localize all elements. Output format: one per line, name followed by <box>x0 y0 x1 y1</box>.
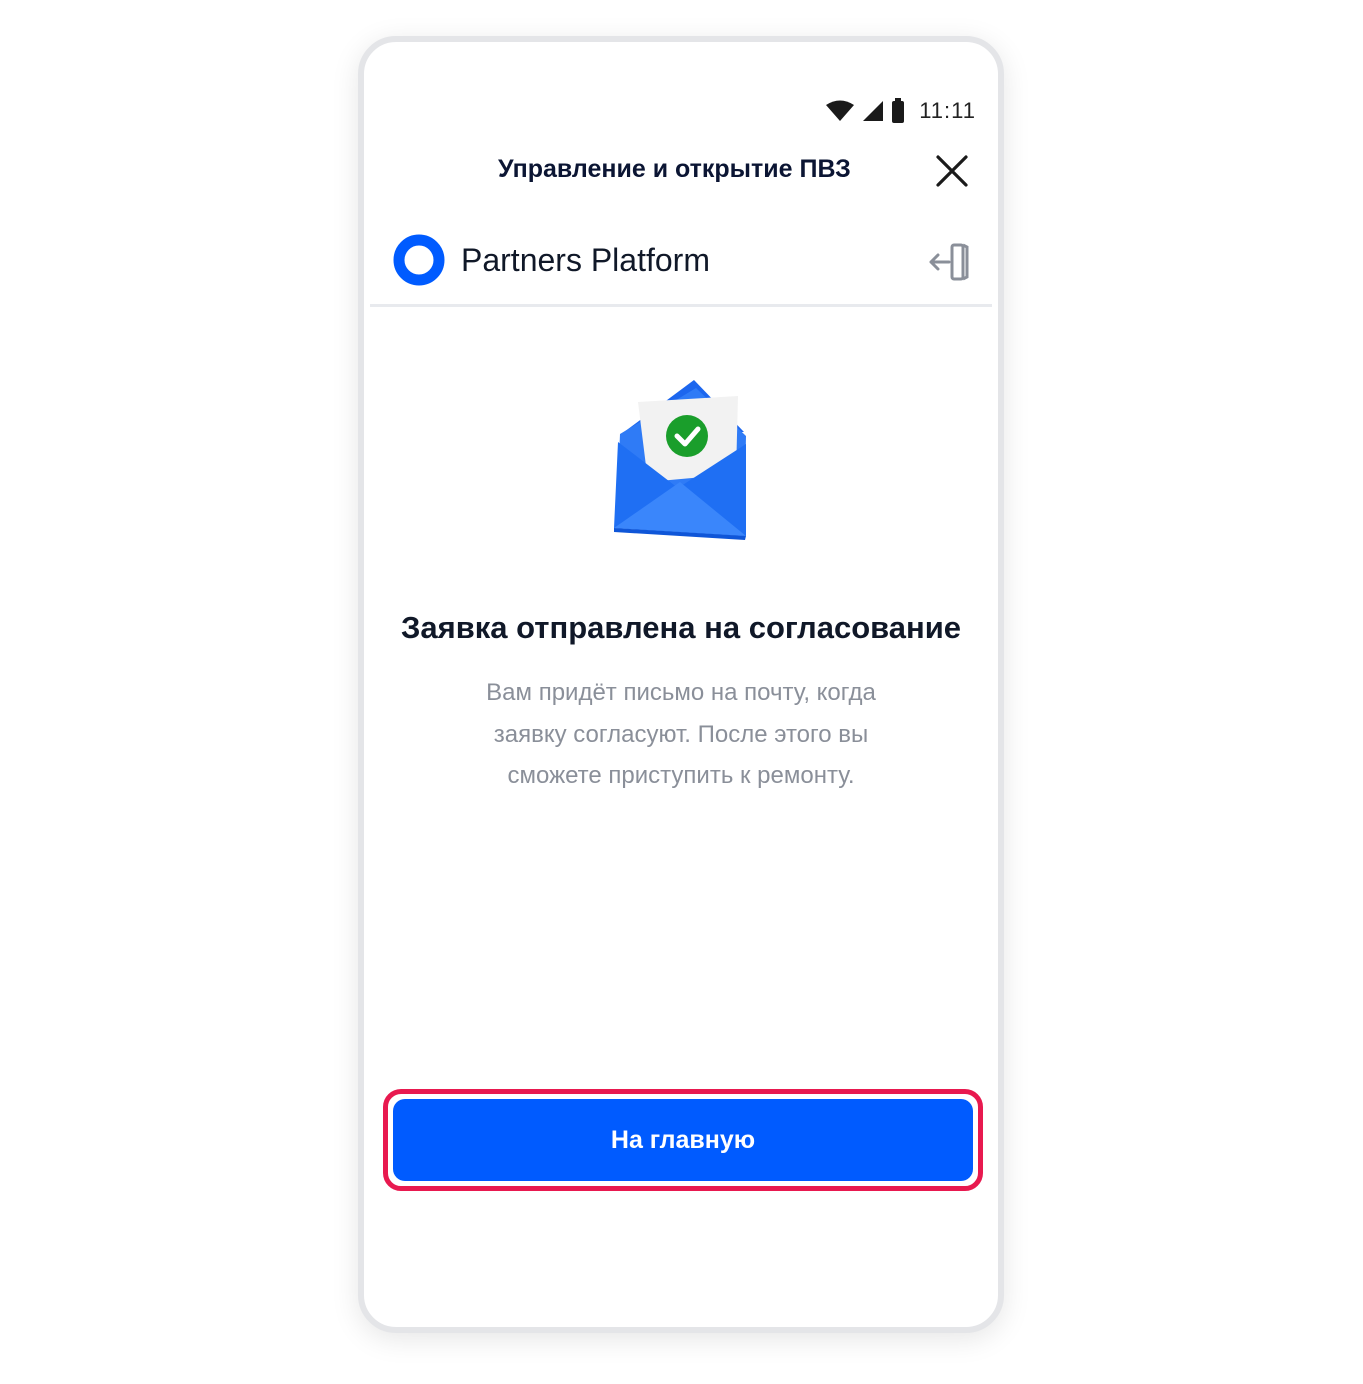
modal-header: Управление и открытие ПВЗ <box>364 147 998 197</box>
status-time: 11:11 <box>919 98 976 123</box>
result-description: Вам придёт письмо на почту, когда заявку… <box>441 672 921 797</box>
app-bar: Partners Platform <box>370 228 992 307</box>
signal-icon <box>861 99 885 123</box>
description-line: заявку согласуют. После этого вы <box>493 720 869 748</box>
battery-icon <box>891 98 905 124</box>
logout-button[interactable] <box>928 242 970 282</box>
ring-logo-icon <box>393 234 445 286</box>
description-line: Вам придёт письмо на почту, когда <box>486 679 876 706</box>
home-button[interactable]: На главную <box>393 1099 973 1181</box>
brand-name: Partners Platform <box>461 242 710 278</box>
status-bar: 11:11 <box>825 94 976 128</box>
envelope-check-icon <box>608 376 748 544</box>
description-line: сможете приступить к ремонту. <box>507 762 855 789</box>
wifi-icon <box>825 99 855 123</box>
result-title: Заявка отправлена на согласование <box>400 610 962 645</box>
modal-title: Управление и открытие ПВЗ <box>498 155 851 183</box>
close-icon <box>936 155 968 187</box>
close-button[interactable] <box>932 151 972 191</box>
logout-icon <box>929 243 969 281</box>
page: 11:11 Управление и открытие ПВЗ Partners… <box>0 0 1363 1384</box>
phone-frame: 11:11 Управление и открытие ПВЗ Partners… <box>358 36 1004 1333</box>
